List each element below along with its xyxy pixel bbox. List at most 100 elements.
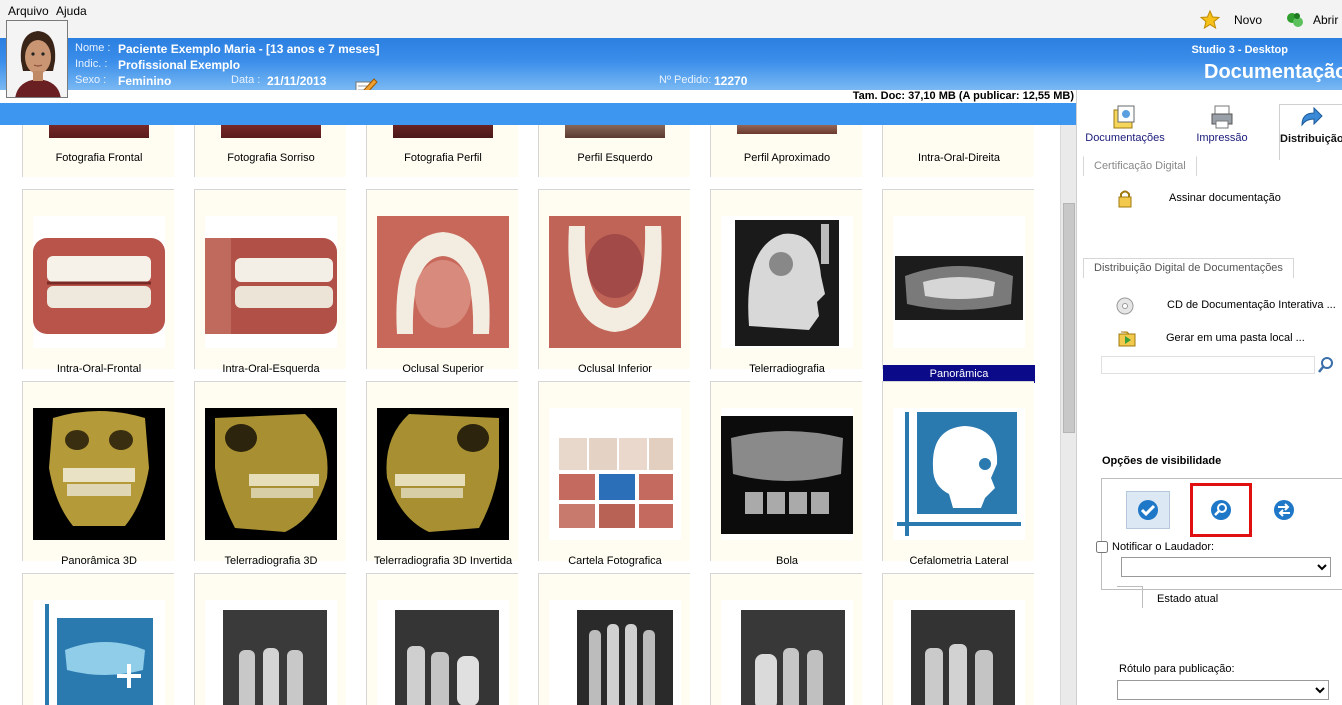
tab-distribution[interactable]: Distribuição [1279,104,1342,160]
publish-label-select[interactable] [1117,680,1329,700]
cd-interactive-item[interactable]: CD de Documentação Interativa ... [1167,299,1336,311]
grid-item[interactable]: Intra-Oral-Direita [882,125,1034,177]
grid-item[interactable]: Panorâmica [882,189,1035,383]
folder-arrow-icon [1118,331,1136,347]
side-panel: Documentações Impressão Distribuição Cer… [1076,90,1342,705]
local-folder-item[interactable]: Gerar em uma pasta local ... [1166,332,1305,344]
order-label: Nº Pedido: [659,74,712,86]
magnifier-circle-icon [1211,500,1231,520]
grid-item[interactable]: Cartela Fotografica [538,381,690,567]
grid-item-label: Oclusal Inferior [578,363,652,375]
occlusal-photo [549,216,681,348]
doc-size: Tam. Doc: 37,10 MB (A publicar: 12,55 MB… [852,90,1074,102]
tab-documentations-label: Documentações [1085,132,1165,144]
intraoral-photo [33,216,165,348]
distribution-arrow-icon [1301,106,1323,127]
tab-documentations[interactable]: Documentações [1083,104,1167,160]
tab-distribution-label: Distribuição [1280,133,1342,145]
grid-toolbar [0,103,1076,125]
intraoral-photo [205,216,337,348]
visibility-swap-button[interactable] [1262,491,1306,529]
grid-item[interactable]: Fotografia Perfil [366,125,518,177]
studio-label: Studio 3 - Desktop [1191,44,1288,56]
avatar [6,20,68,98]
grid-item-label: Fotografia Sorriso [227,152,315,164]
open-button[interactable]: Abrir [1285,8,1338,32]
grid-item-label: Intra-Oral-Direita [918,152,1000,164]
photo-thumbnail [49,125,149,138]
publish-label: Rótulo para publicação: [1119,663,1235,675]
grid-scrollbar[interactable] [1060,125,1076,705]
notify-reviewer-checkbox[interactable]: Notificar o Laudador: [1096,541,1214,553]
tab-printing-label: Impressão [1196,132,1248,144]
new-button[interactable]: Novo [1200,8,1262,32]
grid-item[interactable] [22,573,174,705]
panoramic-add-icon [33,600,165,705]
grid-item[interactable]: Oclusal Superior [366,189,518,375]
grid-item[interactable]: Telerradiografia 3D [194,381,346,567]
grid-item[interactable] [366,573,518,705]
visibility-approve-button[interactable] [1126,491,1170,529]
check-circle-icon [1138,500,1158,520]
documents-icon [1113,105,1135,129]
name-label: Nome : [75,42,111,54]
grid-item[interactable]: Telerradiografia [710,189,862,375]
grid-item[interactable] [710,573,862,705]
lock-icon [1118,190,1132,208]
grid-item[interactable]: Perfil Aproximado [710,125,862,177]
indic-label: Indic. : [75,58,108,70]
xray-periapical [721,600,853,705]
sex-label: Sexo : [75,74,107,86]
state-label: Estado atual [1157,593,1219,605]
photo-thumbnail [737,125,837,134]
grid-item[interactable]: Bola [710,381,862,567]
grid-item[interactable]: Intra-Oral-Esquerda [194,189,346,375]
patient-date: 21/11/2013 [267,74,327,88]
grid-item-label: Perfil Esquerdo [577,152,653,164]
scrollbar-thumb[interactable] [1063,203,1075,433]
grid-item[interactable]: Fotografia Sorriso [194,125,346,177]
sign-documentation[interactable]: Assinar documentação [1169,192,1281,204]
grid-item[interactable] [194,573,346,705]
grid-item[interactable]: Cefalometria Lateral [882,381,1034,567]
grid-item-label: Intra-Oral-Esquerda [222,363,320,375]
grid-item[interactable]: Intra-Oral-Frontal [22,189,174,375]
reviewer-select[interactable] [1121,557,1331,577]
grid-item[interactable] [882,573,1034,705]
tab-printing[interactable]: Impressão [1187,104,1257,160]
search-icon[interactable] [1317,356,1335,374]
search-input[interactable] [1101,356,1315,374]
grid-item[interactable]: Telerradiografia 3D Invertida [366,381,518,567]
skull-3d-render [33,408,165,540]
skull-3d-render [205,408,337,540]
grid-item[interactable]: Oclusal Inferior [538,189,690,375]
menu-help[interactable]: Ajuda [56,4,87,18]
xray-panoramic [721,408,853,540]
photo-collage [549,408,681,540]
visibility-title: Opções de visibilidade [1102,455,1222,467]
grid-item-label: Perfil Aproximado [743,152,831,164]
section-title: Documentação [1204,61,1342,83]
grid-item[interactable]: Fotografia Frontal [22,125,174,177]
grid-item[interactable] [538,573,690,705]
menu-file[interactable]: Arquivo [8,4,49,18]
occlusal-photo [377,216,509,348]
dist-section-header: Distribuição Digital de Documentações [1083,258,1294,278]
grid-item-label: Bola [775,555,799,567]
grid-item[interactable]: Panorâmica 3D [22,381,174,567]
notify-checkbox[interactable] [1096,541,1108,553]
photo-thumbnail [221,125,321,138]
order-number: 12270 [714,74,748,88]
swap-arrows-icon [1274,500,1294,520]
grid-item[interactable]: Perfil Esquerdo [538,125,690,177]
state-indicator [1117,586,1143,608]
grid-item-label: Cefalometria Lateral [909,555,1009,567]
grid-item-label: Intra-Oral-Frontal [56,363,142,375]
grid-item-label: Cartela Fotografica [568,555,662,567]
document-grid: Fotografia Frontal Fotografia Sorriso Fo… [0,125,1060,705]
patient-indic: Profissional Exemplo [118,58,241,72]
visibility-preview-button[interactable] [1190,483,1252,537]
grid-item-label: Fotografia Perfil [404,152,482,164]
date-label: Data : [231,74,261,86]
skull-3d-render [377,408,509,540]
